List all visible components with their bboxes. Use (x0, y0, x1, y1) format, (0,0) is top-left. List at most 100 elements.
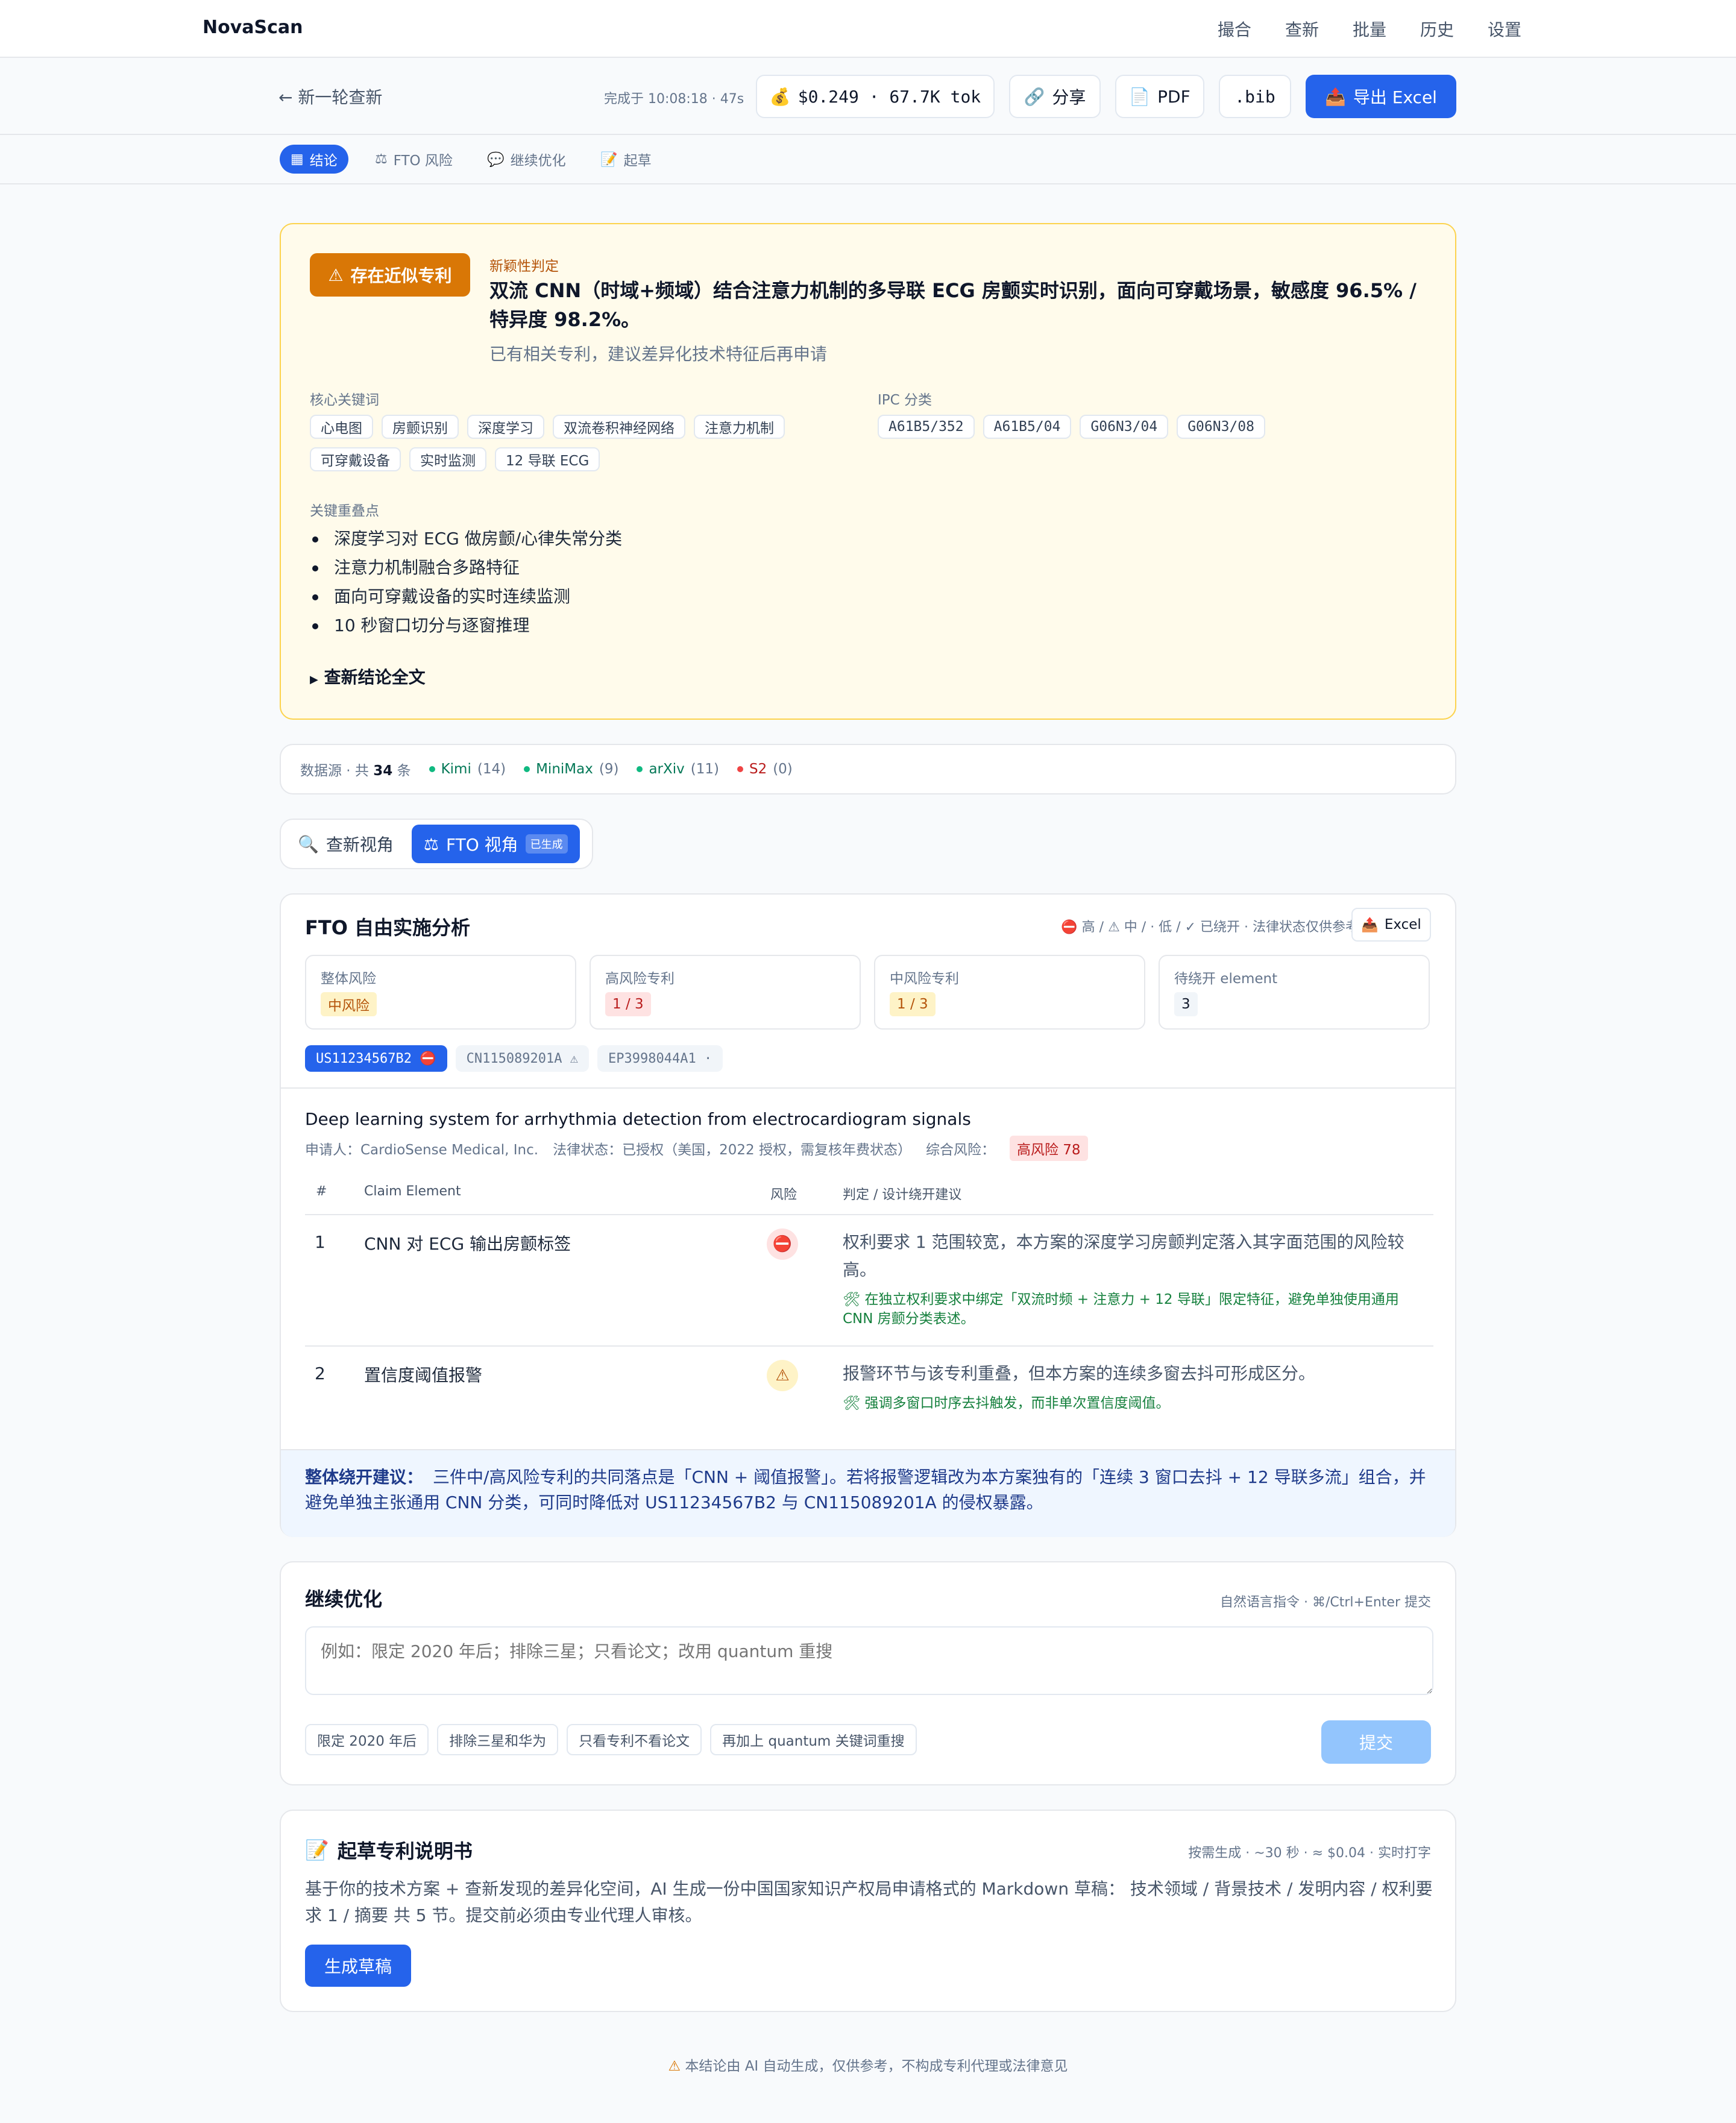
patent-tab-us11234567b2[interactable]: US11234567B2 ⛔ (305, 1045, 447, 1072)
bib-button[interactable]: .bib (1219, 75, 1291, 118)
source-kimi: Kimi (14) (429, 761, 506, 777)
share-button[interactable]: 🔗 分享 (1009, 75, 1101, 118)
data-sources-bar: 数据源 · 共 34 条 Kimi (14) MiniMax (9) arXiv… (280, 744, 1456, 794)
keyword-chips: 心电图 房颤识别 深度学习 双流卷积神经网络 注意力机制 可穿戴设备 实时监测 … (310, 415, 840, 471)
fto-view-button[interactable]: ⚖ FTO 视角 已生成 (411, 825, 580, 863)
document-icon: 📄 (1129, 86, 1151, 107)
applicant: 申请人：CardioSense Medical, Inc. (305, 1142, 539, 1158)
design-around-advice: 🛠 强调多窗口时序去抖触发，而非单次置信度阈值。 (843, 1395, 1170, 1411)
tab-refine[interactable]: 💬 继续优化 (476, 145, 577, 174)
stat-high-risk: 高风险专利 1 / 3 (590, 955, 861, 1030)
nav-batch[interactable]: 批量 (1353, 17, 1386, 41)
nav-history[interactable]: 历史 (1420, 17, 1454, 41)
fto-excel-button[interactable]: 📤 Excel (1351, 908, 1431, 942)
nav-novelty[interactable]: 查新 (1285, 17, 1319, 41)
caret-right-icon: ▶ (310, 673, 318, 686)
keyword-chip: 实时监测 (409, 447, 486, 471)
claim-element: 置信度阈值报警 (364, 1365, 483, 1385)
verdict-label: 新颖性判定 (489, 259, 559, 274)
suggestion-chip[interactable]: 限定 2020 年后 (305, 1724, 429, 1755)
status-dot-icon (737, 766, 743, 772)
fto-title: FTO 自由实施分析 (305, 916, 471, 939)
tab-draft[interactable]: 📝 起草 (590, 145, 662, 174)
novelty-view-button[interactable]: 🔍 查新视角 (286, 825, 406, 863)
legal-status: 法律状态：已授权（美国，2022 授权，需复核年费状态） (553, 1142, 911, 1158)
keyword-chip: 深度学习 (467, 415, 544, 439)
brand-logo[interactable]: NovaScan (203, 17, 303, 38)
divider (305, 1214, 1433, 1215)
ipc-chips: A61B5/352 A61B5/04 G06N3/04 G06N3/08 (878, 415, 1420, 439)
draft-title: 📝 起草专利说明书 (305, 1838, 473, 1863)
clipboard-icon: ▦ (291, 151, 304, 167)
high-risk-icon: ⛔ (767, 1228, 798, 1260)
pdf-button[interactable]: 📄 PDF (1115, 75, 1204, 118)
money-bag-icon: 💰 (769, 86, 791, 107)
refine-title: 继续优化 (305, 1588, 383, 1611)
nav-match[interactable]: 撮合 (1218, 17, 1251, 41)
link-icon: 🔗 (1024, 86, 1045, 107)
ipc-chip: A61B5/04 (983, 415, 1072, 439)
full-conclusion-toggle[interactable]: ▶ 查新结论全文 (310, 664, 426, 688)
generated-badge: 已生成 (525, 834, 568, 854)
scale-icon: ⚖ (375, 151, 388, 167)
suggestion-chip[interactable]: 只看专利不看论文 (567, 1724, 702, 1755)
cost-indicator: 💰 $0.249 · 67.7K tok (756, 75, 995, 118)
refine-hint: 自然语言指令 · ⌘/Ctrl+Enter 提交 (1219, 1595, 1431, 1610)
ipc-chip: A61B5/352 (878, 415, 975, 439)
keyword-chip: 可穿戴设备 (310, 447, 401, 471)
divider (305, 1345, 1433, 1347)
new-search-link[interactable]: ← 新一轮查新 (278, 84, 382, 109)
completed-time: 完成于 10:08:18 · 47s (604, 92, 744, 107)
design-around-advice: 🛠 在独立权利要求中绑定「双流时频 + 注意力 + 12 导联」限定特征，避免单… (843, 1292, 1399, 1327)
column-header: # (316, 1184, 327, 1199)
suggestion-chip[interactable]: 再加上 quantum 关键词重搜 (710, 1724, 917, 1755)
patent-meta: 申请人：CardioSense Medical, Inc. 法律状态：已授权（美… (305, 1136, 1088, 1161)
risk-score-badge: 高风险 78 (1009, 1136, 1088, 1161)
stat-medium-risk: 中风险专利 1 / 3 (874, 955, 1145, 1030)
tab-conclusion[interactable]: ▦ 结论 (280, 145, 348, 174)
memo-icon: 📝 (600, 151, 618, 168)
magnifier-icon: 🔍 (298, 834, 319, 854)
patent-tab-ep3998044a1[interactable]: EP3998044A1 · (597, 1045, 723, 1072)
keywords-label: 核心关键词 (310, 392, 379, 408)
warning-icon: ⚠ (328, 265, 344, 285)
keyword-chip: 注意力机制 (694, 415, 785, 439)
medium-risk-icon: ⚠ (767, 1360, 798, 1391)
verdict-subtitle: 已有相关专利，建议差异化技术特征后再申请 (489, 344, 828, 364)
fto-analysis-card: FTO 自由实施分析 ⛔ 高 / ⚠ 中 / · 低 / ✓ 已绕开 · 法律状… (280, 893, 1456, 1537)
keyword-chip: 双流卷积神经网络 (553, 415, 685, 439)
judgment-text: 报警环节与该专利重叠，但本方案的连续多窗去抖可形成区分。 (843, 1363, 1316, 1383)
export-excel-button[interactable]: 📤 导出 Excel (1306, 75, 1456, 118)
disclaimer: ⚠ 本结论由 AI 自动生成，仅供参考，不构成专利代理或法律意见 (668, 2059, 1068, 2074)
refine-suggestions: 限定 2020 年后 排除三星和华为 只看专利不看论文 再加上 quantum … (305, 1724, 917, 1755)
ipc-chip: G06N3/08 (1177, 415, 1265, 439)
list-item: 深度学习对 ECG 做房颤/心律失常分类 (310, 524, 622, 553)
claim-element: CNN 对 ECG 输出房颤标签 (364, 1234, 571, 1254)
ipc-chip: G06N3/04 (1080, 415, 1169, 439)
nav-settings[interactable]: 设置 (1488, 17, 1521, 41)
stat-overall-risk: 整体风险 中风险 (305, 955, 576, 1030)
stat-pending-elements: 待绕开 element 3 (1159, 955, 1430, 1030)
refine-input[interactable] (305, 1626, 1433, 1695)
draft-hint: 按需生成 · ~30 秒 · ≈ $0.04 · 实时打字 (1188, 1846, 1431, 1861)
status-dot-icon (429, 766, 435, 772)
generate-draft-button[interactable]: 生成草稿 (305, 1945, 411, 1987)
judgment-text: 权利要求 1 范围较宽，本方案的深度学习房颤判定落入其字面范围的风险较高。 (843, 1232, 1404, 1280)
suggestion-chip[interactable]: 排除三星和华为 (437, 1724, 559, 1755)
ipc-label: IPC 分类 (878, 392, 932, 408)
status-dot-icon (637, 766, 643, 772)
memo-icon: 📝 (305, 1838, 329, 1861)
view-toggle: 🔍 查新视角 ⚖ FTO 视角 已生成 (280, 819, 593, 869)
tab-fto-risk[interactable]: ⚖ FTO 风险 (364, 145, 464, 174)
submit-button[interactable]: 提交 (1321, 1720, 1431, 1764)
overall-advice-box: 整体绕开建议： 三件中/高风险专利的共同落点是「CNN + 阈值报警」。若将报警逻… (281, 1449, 1455, 1537)
patent-tab-cn115089201a[interactable]: CN115089201A ⚠ (455, 1045, 590, 1072)
list-item: 注意力机制融合多路特征 (310, 553, 622, 582)
main-nav: 撮合 查新 批量 历史 设置 (1218, 17, 1521, 41)
export-icon: 📤 (1325, 86, 1346, 107)
refine-card: 继续优化 自然语言指令 · ⌘/Ctrl+Enter 提交 限定 2020 年后… (280, 1561, 1456, 1785)
draft-card: 📝 起草专利说明书 按需生成 · ~30 秒 · ≈ $0.04 · 实时打字 … (280, 1810, 1456, 2012)
verdict-title: 双流 CNN（时域+频域）结合注意力机制的多导联 ECG 房颤实时识别，面向可穿… (489, 279, 1417, 331)
draft-description: 基于你的技术方案 + 查新发现的差异化空间，AI 生成一份中国国家知识产权局申请… (305, 1879, 1433, 1925)
keyword-chip: 12 导联 ECG (495, 447, 600, 471)
